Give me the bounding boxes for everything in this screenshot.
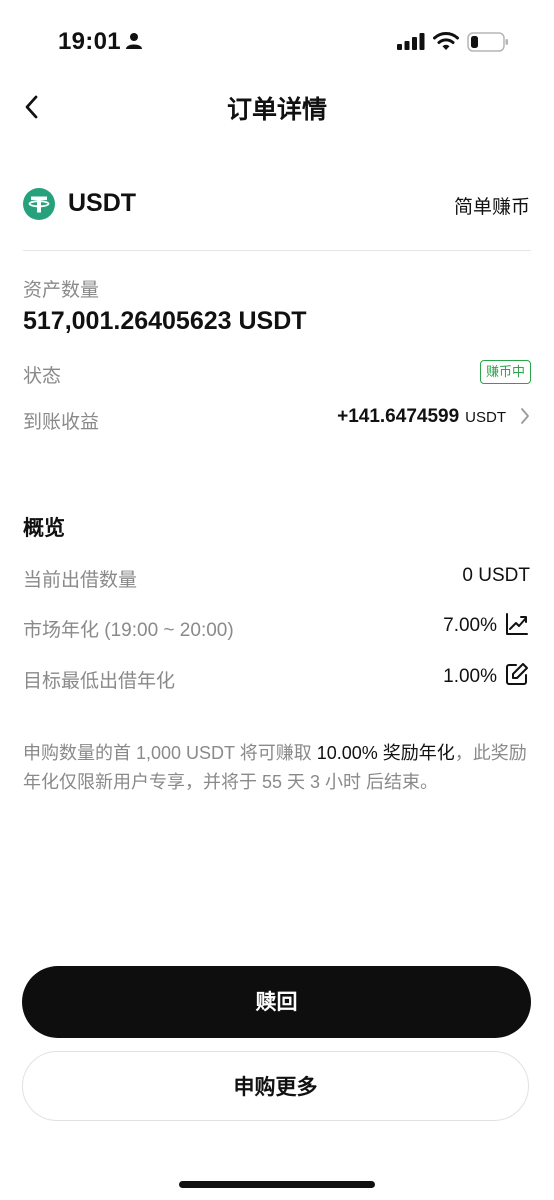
subscribe-more-button[interactable]: 申购更多 xyxy=(22,1051,529,1121)
wifi-icon xyxy=(433,32,459,50)
current-lent-value: 0 USDT xyxy=(462,565,530,586)
battery-icon xyxy=(467,32,508,52)
overview-title: 概览 xyxy=(23,517,65,540)
person-icon xyxy=(126,33,142,49)
target-min-apr-label: 目标最低出借年化 xyxy=(23,671,176,692)
coin-name: USDT xyxy=(68,189,137,217)
home-indicator xyxy=(179,1181,375,1188)
trend-chart-icon[interactable] xyxy=(505,612,529,636)
status-badge: 赚币中 xyxy=(479,360,531,384)
status-label: 状态 xyxy=(23,366,62,387)
amount-label: 资产数量 xyxy=(23,280,100,301)
income-label: 到账收益 xyxy=(23,412,100,433)
market-apr-label: 市场年化 (19:00 ~ 20:00) xyxy=(23,620,234,641)
bonus-note: 申购数量的首 1,000 USDT 将可赚取 10.00% 奖励年化，此奖励年化… xyxy=(23,739,535,797)
chevron-right-icon[interactable] xyxy=(520,407,530,425)
tether-icon xyxy=(23,188,55,220)
amount-value: 517,001.26405623 USDT xyxy=(23,307,307,335)
product-type: 简单赚币 xyxy=(453,197,530,218)
income-value-row[interactable]: +141.6474599 USDT xyxy=(337,406,506,428)
signal-icon xyxy=(397,33,425,50)
income-value: +141.6474599 xyxy=(337,406,460,427)
market-apr-value: 7.00% xyxy=(443,615,497,636)
divider xyxy=(23,250,531,251)
status-time: 19:01 xyxy=(58,28,121,55)
note-text-1: 申购数量的首 1,000 USDT 将可赚取 xyxy=(23,743,317,763)
redeem-button[interactable]: 赎回 xyxy=(22,966,531,1038)
target-min-apr-value: 1.00% xyxy=(443,666,497,687)
edit-icon[interactable] xyxy=(505,662,529,686)
note-highlight: 10.00% 奖励年化 xyxy=(316,743,455,763)
income-unit: USDT xyxy=(465,409,506,426)
current-lent-label: 当前出借数量 xyxy=(23,570,138,591)
page-title: 订单详情 xyxy=(226,96,327,124)
